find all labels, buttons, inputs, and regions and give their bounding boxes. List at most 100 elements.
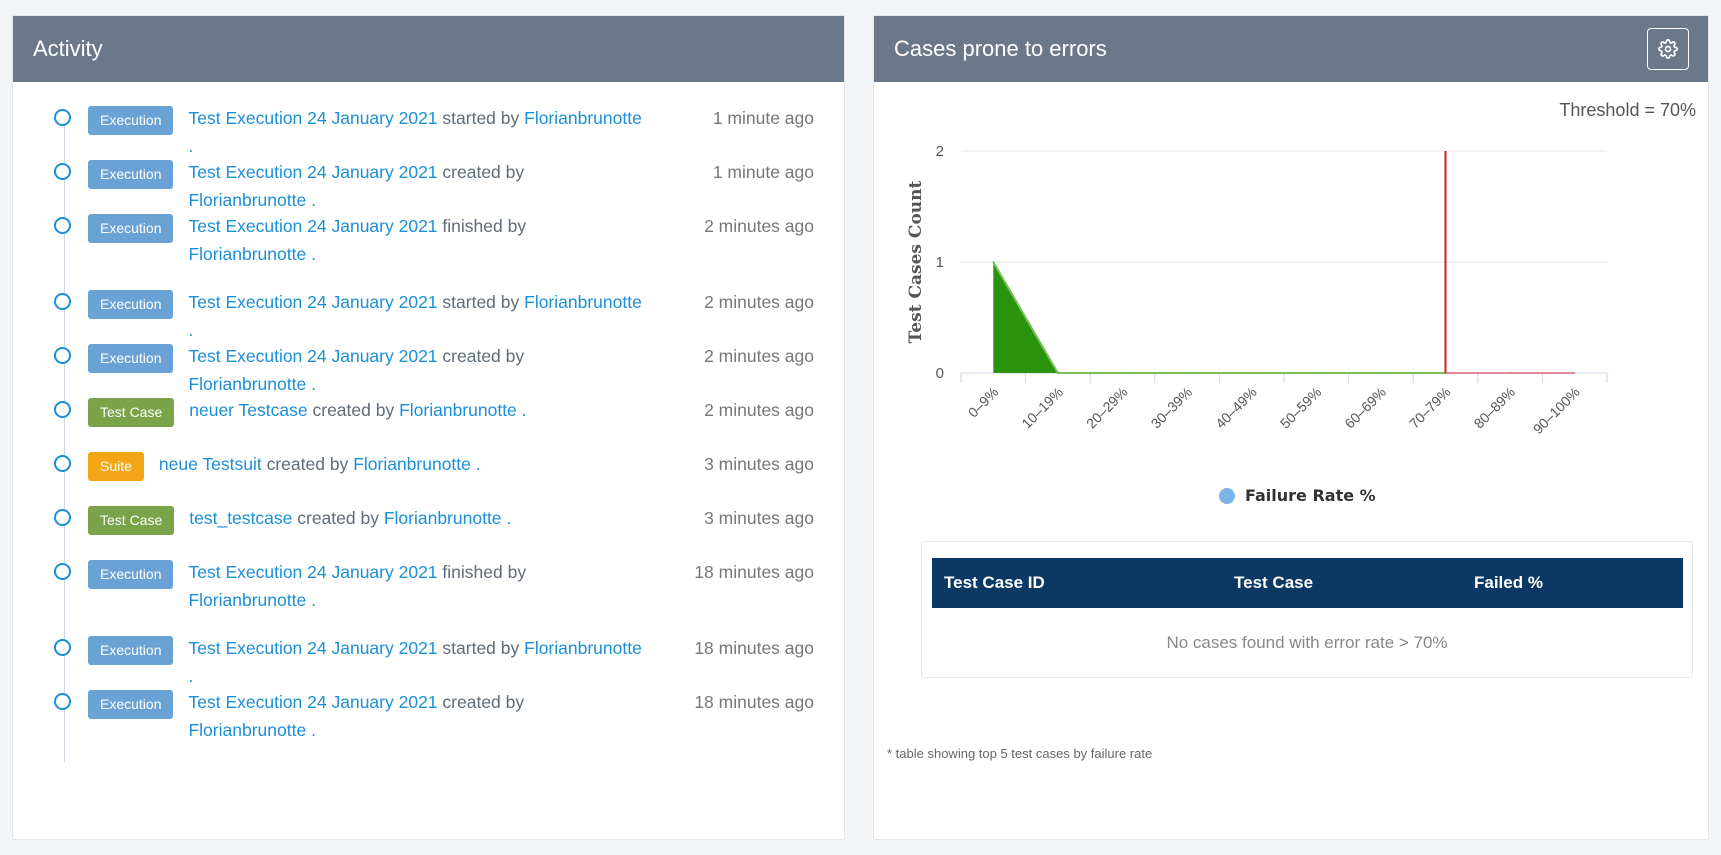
activity-time: 3 minutes ago: [704, 508, 814, 528]
legend-marker: [1219, 487, 1235, 504]
legend-label: Failure Rate %: [1245, 486, 1376, 505]
x-tick-label: 70–79%: [1406, 384, 1454, 432]
activity-subject-link[interactable]: Test Execution 24 January 2021: [188, 292, 437, 312]
errors-panel: Cases prone to errors Threshold = 70% 0 1…: [873, 15, 1709, 840]
table-footnote: * table showing top 5 test cases by fail…: [887, 746, 1153, 761]
activity-action: started by: [437, 108, 525, 128]
data-point: [1509, 372, 1511, 374]
activity-text: Test Execution 24 January 2021 finished …: [188, 550, 643, 614]
activity-panel: Activity Execution Test Execution 24 Janu…: [12, 15, 845, 840]
activity-type-badge: Execution: [88, 106, 174, 135]
threshold-label: Threshold = 70%: [1559, 100, 1696, 120]
activity-user-tail[interactable]: .: [517, 400, 527, 420]
activity-type-badge: Test Case: [88, 398, 175, 427]
activity-action: started by: [437, 292, 525, 312]
activity-user-link[interactable]: Florianbrunotte: [188, 720, 306, 740]
failure-rate-chart: 0 1 2 Test Cases Count 0–9% 10–19% 20–29% 30–39…: [906, 143, 1608, 437]
activity-time: 2 minutes ago: [704, 346, 814, 366]
activity-user-link[interactable]: Florianbrunotte: [384, 508, 502, 528]
activity-body: Suite neue Testsuit created by Florianbru…: [88, 442, 814, 481]
activity-text: Test Execution 24 January 2021 finished …: [188, 204, 643, 268]
activity-subject-link[interactable]: test_testcase: [189, 508, 292, 528]
activity-subject-link[interactable]: Test Execution 24 January 2021: [188, 638, 437, 658]
timeline-dot-icon: [54, 401, 71, 418]
timeline-dot-icon: [54, 293, 71, 310]
column-test-case[interactable]: Test Case: [1234, 573, 1313, 593]
activity-user-link[interactable]: Florianbrunotte: [188, 590, 306, 610]
column-test-case-id[interactable]: Test Case ID: [944, 573, 1045, 593]
activity-item: Suite neue Testsuit created by Florianbru…: [51, 442, 814, 496]
data-point: [1186, 372, 1188, 374]
activity-type-badge: Execution: [88, 560, 174, 589]
x-tick-label: 60–69%: [1341, 384, 1389, 432]
timeline-dot-icon: [54, 509, 71, 526]
activity-text: test_testcase created by Florianbrunotte…: [189, 496, 511, 532]
settings-button[interactable]: [1647, 28, 1689, 70]
activity-item: Execution Test Execution 24 January 2021 …: [51, 280, 814, 340]
activity-subject-link[interactable]: Test Execution 24 January 2021: [188, 162, 437, 182]
activity-subject-link[interactable]: Test Execution 24 January 2021: [188, 346, 437, 366]
activity-user-tail[interactable]: .: [306, 244, 316, 264]
activity-item: Execution Test Execution 24 January 2021 …: [51, 680, 814, 740]
activity-subject-link[interactable]: neue Testsuit: [159, 454, 262, 474]
activity-subject-link[interactable]: Test Execution 24 January 2021: [188, 108, 437, 128]
activity-action: created by: [261, 454, 354, 474]
timeline-dot-icon: [54, 693, 71, 710]
activity-time: 1 minute ago: [712, 108, 814, 128]
activity-body: Test Case test_testcase created by Floria…: [88, 496, 814, 535]
activity-body: Execution Test Execution 24 January 2021 …: [88, 680, 814, 744]
activity-time: 18 minutes ago: [694, 692, 814, 712]
activity-subject-link[interactable]: Test Execution 24 January 2021: [188, 216, 437, 236]
activity-subject-link[interactable]: Test Execution 24 January 2021: [188, 562, 437, 582]
chart-legend[interactable]: Failure Rate %: [1219, 486, 1376, 505]
activity-subject-link[interactable]: Test Execution 24 January 2021: [188, 692, 437, 712]
activity-user-link[interactable]: Florianbrunotte: [524, 638, 642, 658]
data-point: [1251, 372, 1253, 374]
timeline-dot-icon: [54, 109, 71, 126]
activity-text: neue Testsuit created by Florianbrunotte…: [159, 442, 481, 478]
activity-body: Test Case neuer Testcase created by Flori…: [88, 388, 814, 427]
activity-user-link[interactable]: Florianbrunotte: [188, 244, 306, 264]
activity-time: 3 minutes ago: [704, 454, 814, 474]
activity-user-link[interactable]: Florianbrunotte: [399, 400, 517, 420]
activity-type-badge: Test Case: [88, 506, 175, 535]
activity-action: created by: [437, 346, 525, 366]
activity-type-badge: Execution: [88, 636, 174, 665]
activity-user-tail[interactable]: .: [306, 590, 316, 610]
x-tick-label: 0–9%: [965, 384, 1002, 421]
activity-user-tail[interactable]: .: [471, 454, 481, 474]
activity-user-link[interactable]: Florianbrunotte: [524, 292, 642, 312]
activity-item: Execution Test Execution 24 January 2021 …: [51, 626, 814, 686]
activity-subject-link[interactable]: neuer Testcase: [189, 400, 307, 420]
activity-user-link[interactable]: Florianbrunotte: [353, 454, 471, 474]
activity-action: created by: [292, 508, 384, 528]
activity-type-badge: Suite: [88, 452, 144, 481]
activity-body: Execution Test Execution 24 January 2021 …: [88, 550, 814, 614]
timeline-dot-icon: [54, 217, 71, 234]
errors-header: Cases prone to errors: [874, 16, 1708, 82]
activity-timeline: Execution Test Execution 24 January 2021 …: [13, 82, 844, 762]
activity-item: Execution Test Execution 24 January 2021 …: [51, 150, 814, 210]
x-tick-label: 20–29%: [1083, 384, 1131, 432]
series-area: [993, 262, 1575, 373]
activity-action: created by: [437, 162, 525, 182]
activity-user-link[interactable]: Florianbrunotte: [524, 108, 642, 128]
activity-time: 2 minutes ago: [704, 400, 814, 420]
activity-type-badge: Execution: [88, 160, 174, 189]
activity-item: Execution Test Execution 24 January 2021 …: [51, 96, 814, 156]
activity-time: 1 minute ago: [712, 162, 814, 182]
activity-time: 18 minutes ago: [694, 562, 814, 582]
activity-type-badge: Execution: [88, 344, 174, 373]
activity-user-tail[interactable]: .: [502, 508, 511, 528]
activity-item: Test Case neuer Testcase created by Flori…: [51, 388, 814, 442]
column-failed-percent[interactable]: Failed %: [1474, 573, 1543, 593]
timeline-dot-icon: [54, 455, 71, 472]
x-tick-label: 80–89%: [1471, 384, 1519, 432]
y-tick-label: 2: [936, 143, 944, 160]
activity-user-tail[interactable]: .: [306, 720, 316, 740]
series-line: [992, 261, 1446, 374]
timeline-dot-icon: [54, 163, 71, 180]
timeline-dot-icon: [54, 639, 71, 656]
activity-action: finished by: [437, 562, 527, 582]
data-point: [1574, 372, 1576, 374]
